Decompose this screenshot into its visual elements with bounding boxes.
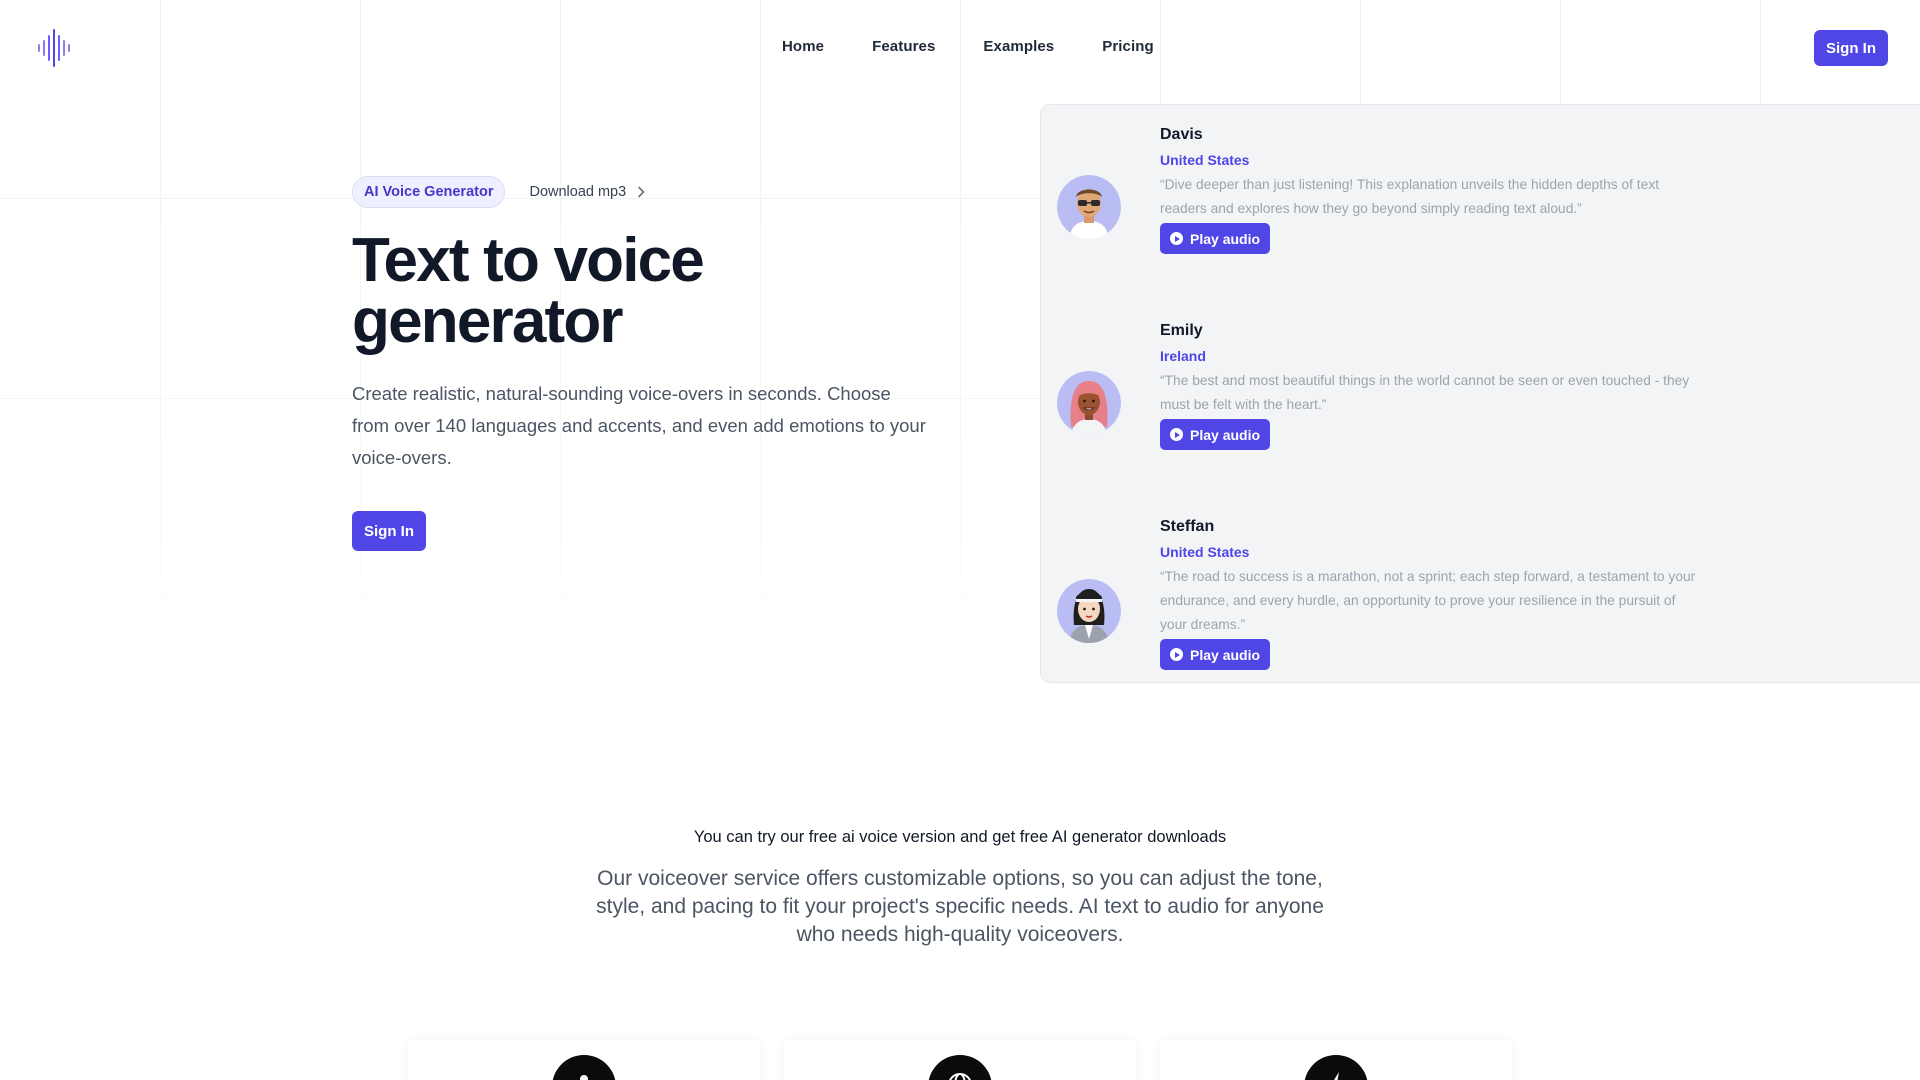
play-audio-label: Play audio: [1190, 646, 1261, 663]
play-icon: [1170, 232, 1183, 245]
hero-description: Create realistic, natural-sounding voice…: [352, 383, 926, 468]
play-audio-button[interactable]: Play audio: [1160, 639, 1271, 670]
person-icon: [552, 1055, 616, 1080]
play-audio-button[interactable]: Play audio: [1160, 223, 1271, 254]
play-audio-label: Play audio: [1190, 230, 1261, 247]
play-icon: [1170, 648, 1183, 661]
hero-badge-row: AI Voice Generator Download mp3: [352, 176, 952, 208]
globe-icon: [928, 1055, 992, 1080]
feature-card: [1160, 1040, 1512, 1080]
voice-quote: “The road to success is a marathon, not …: [1160, 569, 1696, 632]
section-title: You can try our free ai voice version an…: [693, 828, 1227, 846]
voice-name: Steffan: [1160, 518, 1215, 535]
nav-pricing[interactable]: Pricing: [1102, 38, 1154, 55]
davis-avatar-image: [1057, 175, 1121, 239]
steffan-avatar-image: [1057, 579, 1121, 643]
section-description: Our voiceover service offers customizabl…: [596, 867, 1324, 946]
voice-samples-panel: Davis United States “Dive deeper than ju…: [1040, 104, 1920, 683]
features-intro-section: You can try our free ai voice version an…: [0, 828, 1920, 949]
voice-name: Davis: [1160, 126, 1203, 143]
chevron-right-icon: [638, 186, 645, 198]
site-header: Home Features Examples Pricing Sign In: [0, 0, 1920, 96]
hero-title: Text to voice generator: [352, 226, 705, 356]
feature-card: [408, 1040, 760, 1080]
nav-home[interactable]: Home: [782, 38, 824, 55]
download-mp3-label: Download mp3: [529, 184, 627, 200]
play-audio-label: Play audio: [1190, 426, 1261, 443]
voice-quote: “Dive deeper than just listening! This e…: [1160, 177, 1660, 216]
avatar: [1057, 175, 1121, 239]
nav-features[interactable]: Features: [872, 38, 935, 55]
voice-name: Emily: [1160, 322, 1203, 339]
hero-section: AI Voice Generator Download mp3 Text to …: [352, 176, 952, 551]
voice-details: Steffan United States “The road to succe…: [1160, 517, 1700, 670]
voice-details: Davis United States “Dive deeper than ju…: [1160, 125, 1700, 254]
voice-location: United States: [1160, 544, 1250, 560]
voice-location: Ireland: [1160, 348, 1206, 364]
voice-quote: “The best and most beautiful things in t…: [1160, 373, 1690, 412]
nav-examples[interactable]: Examples: [983, 38, 1054, 55]
avatar: [1057, 579, 1121, 643]
hero-sign-in-button[interactable]: Sign In: [352, 511, 426, 551]
voice-location: United States: [1160, 152, 1250, 168]
download-mp3-link[interactable]: Download mp3: [529, 184, 646, 200]
play-audio-button[interactable]: Play audio: [1160, 419, 1271, 450]
lightning-icon: [1304, 1055, 1368, 1080]
ai-voice-generator-badge[interactable]: AI Voice Generator: [352, 176, 506, 208]
main-nav: Home Features Examples Pricing: [782, 38, 1154, 55]
feature-cards: [0, 1040, 1920, 1080]
play-icon: [1170, 428, 1183, 441]
soundwave-logo[interactable]: [38, 29, 74, 67]
feature-card: [784, 1040, 1136, 1080]
voice-details: Emily Ireland “The best and most beautif…: [1160, 321, 1700, 450]
avatar: [1057, 371, 1121, 435]
emily-avatar-image: [1057, 371, 1121, 435]
header-sign-in-button[interactable]: Sign In: [1814, 30, 1888, 66]
